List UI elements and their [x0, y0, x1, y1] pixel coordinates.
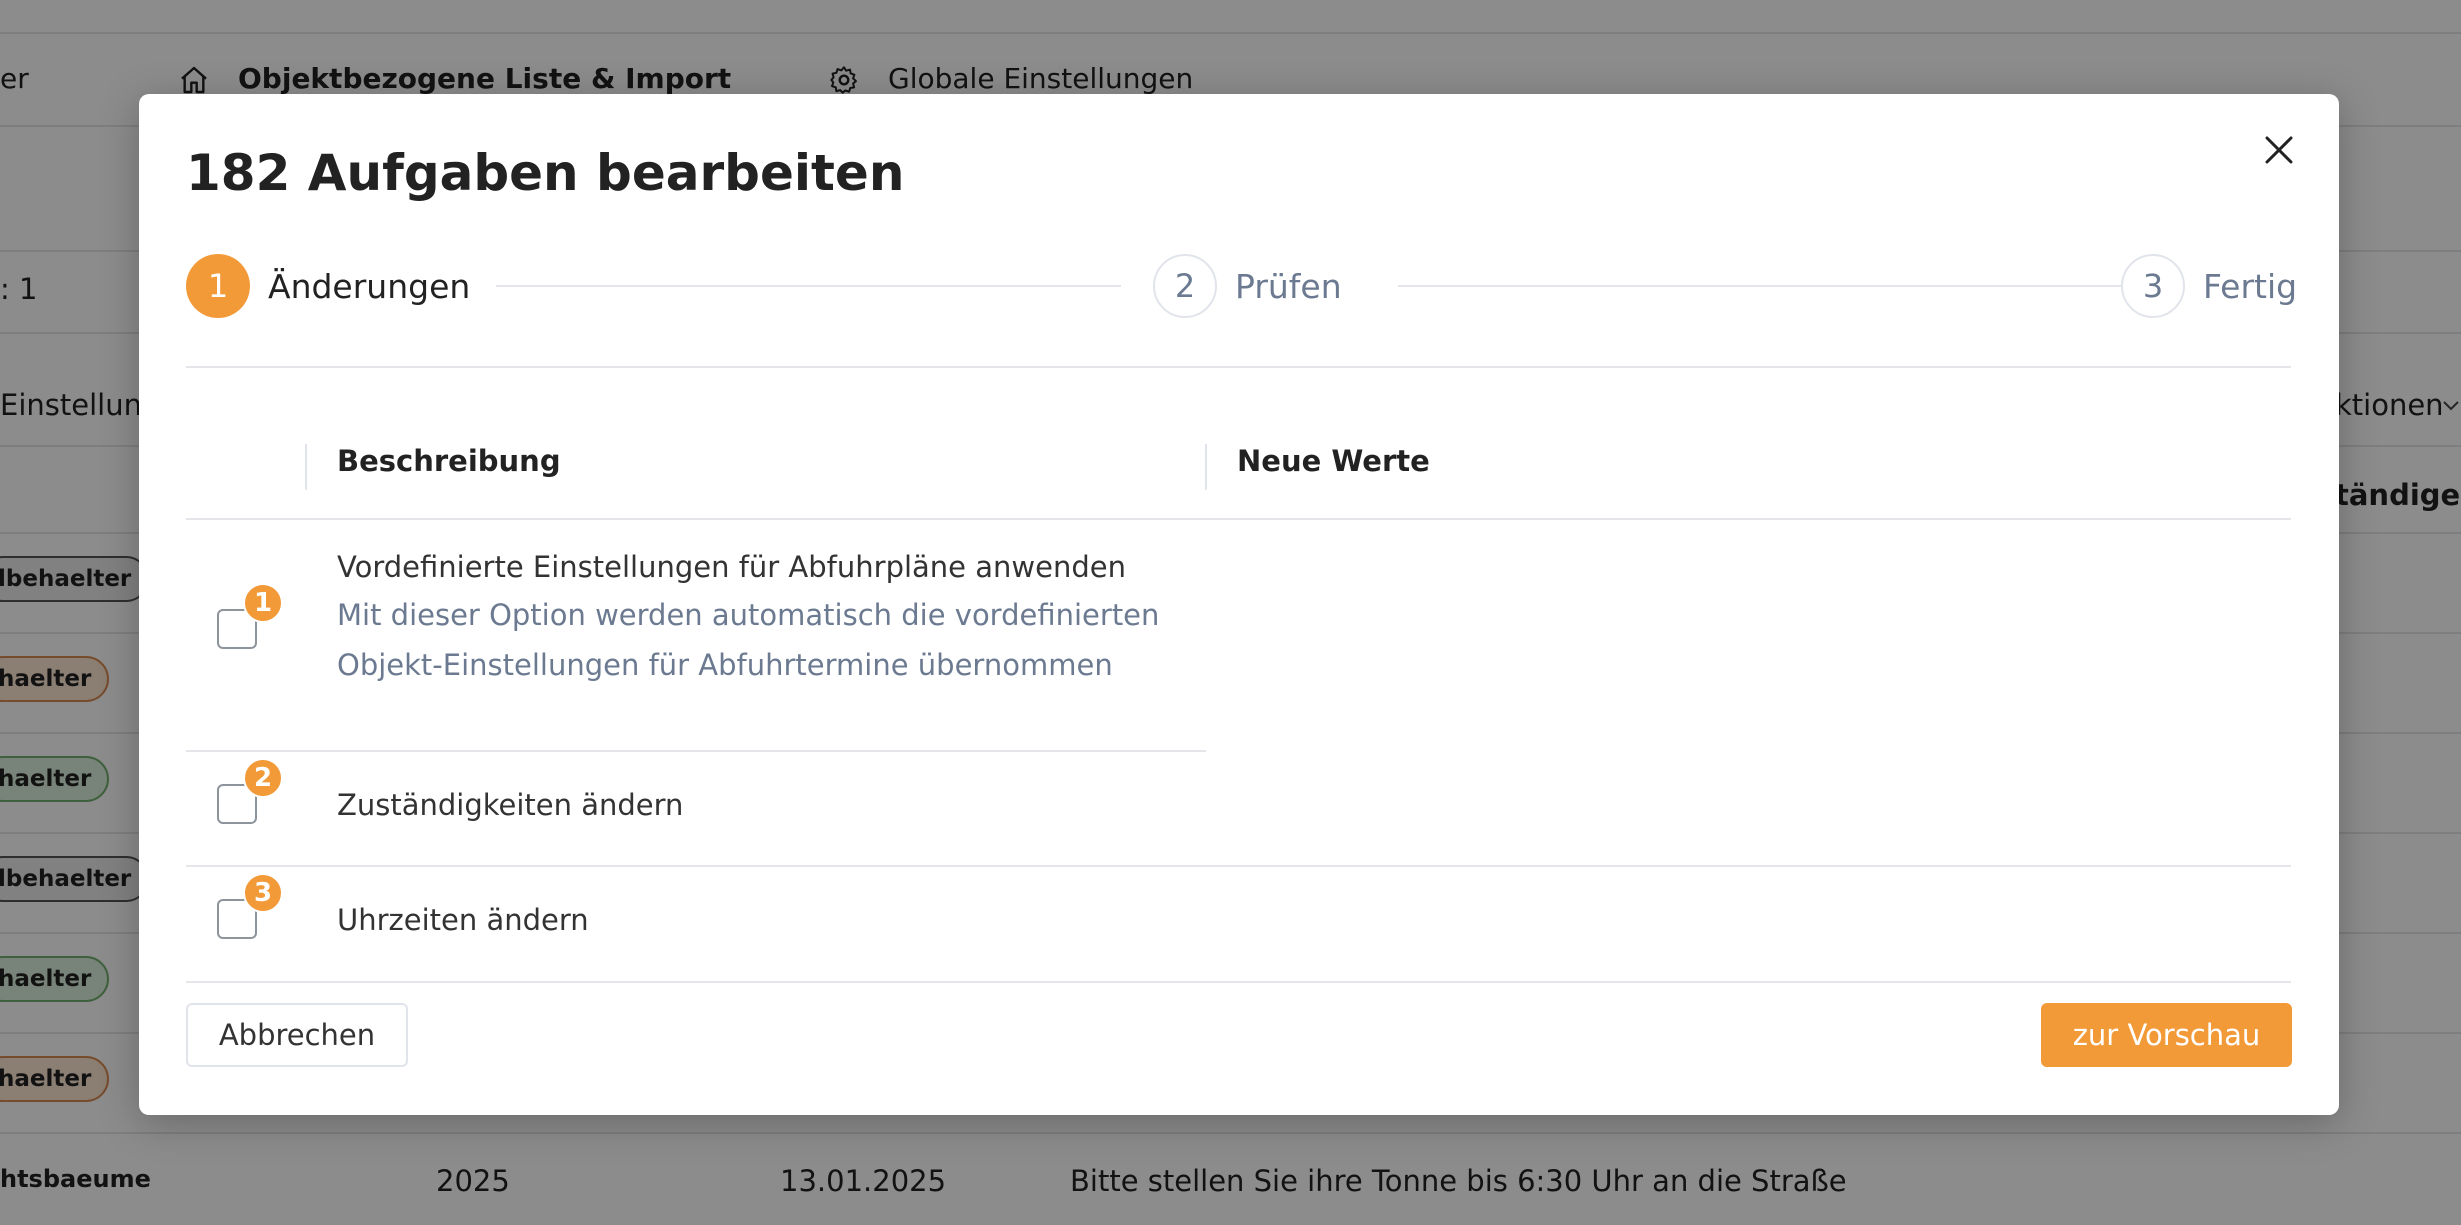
step-review: 2 Prüfen — [1153, 254, 1342, 318]
option-title: Zuständigkeiten ändern — [337, 788, 684, 822]
column-header-description: Beschreibung — [337, 444, 561, 478]
step-label: Fertig — [2203, 266, 2298, 306]
step-badge: 1 — [243, 583, 283, 623]
stepper: 1 Änderungen 2 Prüfen 3 Fertig — [186, 254, 2297, 318]
step-badge: 3 — [243, 873, 283, 913]
divider — [186, 750, 1206, 752]
step-number: 1 — [186, 254, 250, 318]
cancel-button[interactable]: Abbrechen — [186, 1003, 408, 1067]
option-description: Mit dieser Option werden automatisch die… — [337, 598, 1160, 632]
option-title: Uhrzeiten ändern — [337, 903, 589, 937]
divider — [186, 518, 2291, 520]
step-changes: 1 Änderungen — [186, 254, 470, 318]
column-separator — [305, 444, 307, 490]
step-number: 2 — [1153, 254, 1217, 318]
step-badge: 2 — [243, 758, 283, 798]
close-icon[interactable] — [2259, 130, 2299, 170]
step-label: Prüfen — [1235, 266, 1342, 306]
bulk-edit-dialog: 182 Aufgaben bearbeiten 1 Änderungen 2 P… — [139, 94, 2339, 1115]
step-connector — [496, 285, 1121, 287]
option-description: Objekt-Einstellungen für Abfuhrtermine ü… — [337, 648, 1113, 682]
divider — [186, 366, 2291, 368]
step-connector — [1398, 285, 2121, 287]
option-title: Vordefinierte Einstellungen für Abfuhrpl… — [337, 550, 1126, 584]
divider — [186, 981, 2291, 983]
column-separator — [1205, 444, 1207, 490]
step-done: 3 Fertig — [2121, 254, 2297, 318]
preview-button[interactable]: zur Vorschau — [2041, 1003, 2292, 1067]
step-number: 3 — [2121, 254, 2185, 318]
dialog-title: 182 Aufgaben bearbeiten — [186, 144, 905, 202]
column-header-new-values: Neue Werte — [1237, 444, 1430, 478]
divider — [186, 865, 2291, 867]
step-label: Änderungen — [268, 266, 471, 306]
